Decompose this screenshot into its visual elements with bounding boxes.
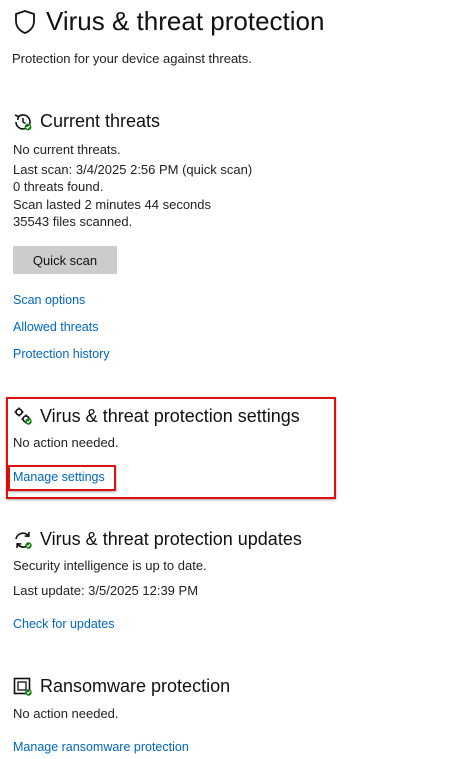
page-title: Virus & threat protection xyxy=(46,6,325,36)
current-threats-title: Current threats xyxy=(40,111,161,131)
last-scan-text: Last scan: 3/4/2025 2:56 PM (quick scan) xyxy=(13,162,253,177)
files-scanned-text: 35543 files scanned. xyxy=(13,214,133,229)
page-subtitle: Protection for your device against threa… xyxy=(12,51,252,66)
updates-status: Security intelligence is up to date. xyxy=(13,558,207,573)
ransomware-title: Ransomware protection xyxy=(40,676,231,696)
ransomware-status: No action needed. xyxy=(13,706,119,721)
updates-title: Virus & threat protection updates xyxy=(40,529,302,549)
allowed-threats-link[interactable]: Allowed threats xyxy=(13,320,98,334)
current-threats-status: No current threats. xyxy=(13,142,121,157)
manage-ransomware-link[interactable]: Manage ransomware protection xyxy=(13,740,189,754)
history-shield-icon xyxy=(14,114,32,131)
manage-settings-highlight-box xyxy=(8,465,116,491)
threats-found-text: 0 threats found. xyxy=(13,179,104,194)
quick-scan-button[interactable]: Quick scan xyxy=(13,246,117,274)
shield-icon xyxy=(15,10,35,34)
scan-duration-text: Scan lasted 2 minutes 44 seconds xyxy=(13,197,212,212)
scan-options-link[interactable]: Scan options xyxy=(13,293,85,307)
refresh-icon xyxy=(15,531,32,549)
last-update-text: Last update: 3/5/2025 12:39 PM xyxy=(13,583,199,598)
ransomware-icon xyxy=(13,677,32,696)
check-for-updates-link[interactable]: Check for updates xyxy=(13,617,114,631)
protection-history-link[interactable]: Protection history xyxy=(13,347,110,361)
